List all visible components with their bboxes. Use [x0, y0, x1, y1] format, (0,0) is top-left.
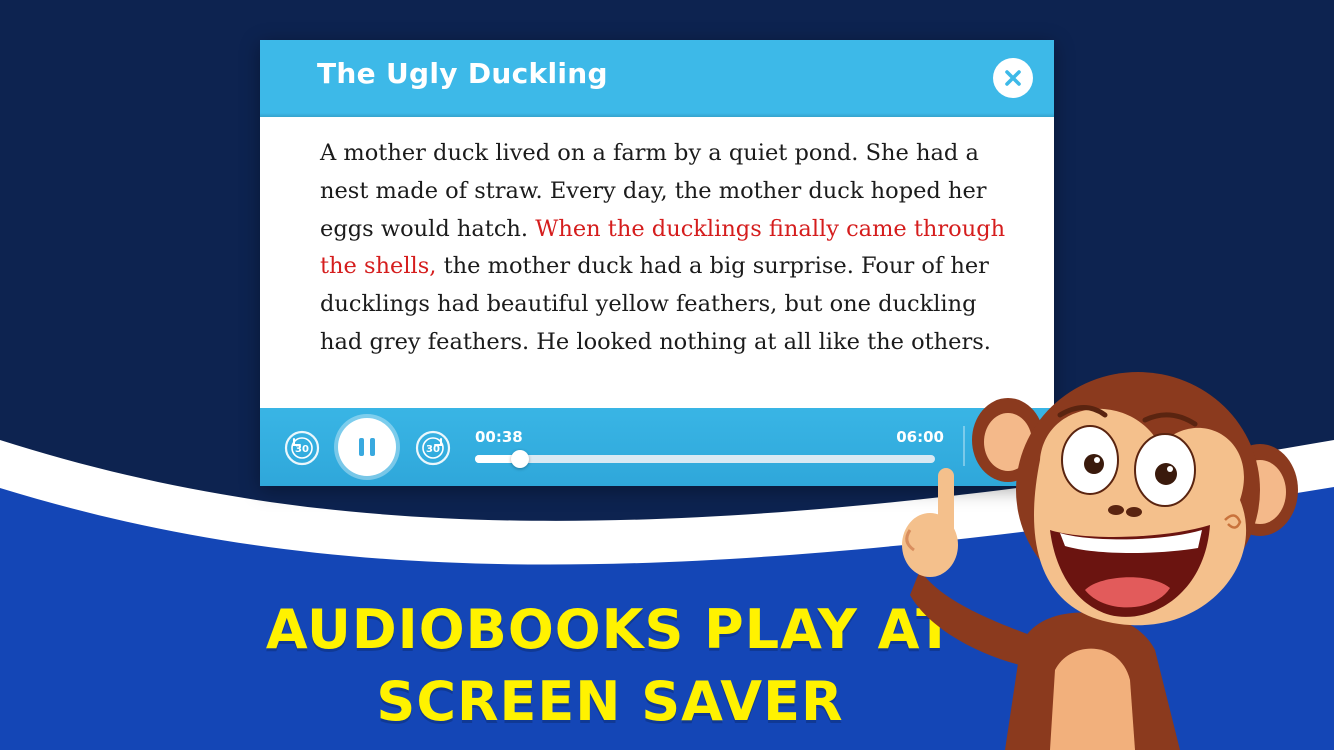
close-button[interactable] [993, 58, 1033, 98]
progress-thumb[interactable] [510, 450, 529, 468]
pause-icon [359, 438, 364, 456]
skip-forward-button[interactable]: 30 [415, 430, 451, 466]
progress-slider[interactable] [475, 450, 935, 468]
skip-back-button[interactable]: 30 [284, 430, 320, 466]
monkey-mascot [902, 372, 1298, 750]
current-time: 00:38 [475, 428, 523, 446]
skip-forward-label: 30 [426, 444, 440, 455]
promo-caption-line2: SCREEN SAVER [376, 670, 844, 733]
pause-icon-bar [370, 438, 375, 456]
pause-button[interactable] [338, 418, 396, 476]
reader-header: The Ugly Duckling [260, 40, 1054, 117]
close-icon [1005, 70, 1021, 86]
rewind-30-icon: 30 [284, 430, 320, 466]
skip-back-label: 30 [295, 444, 309, 455]
forward-30-icon: 30 [415, 430, 451, 466]
book-title: The Ugly Duckling [317, 57, 608, 90]
promo-caption-line1: AUDIOBOOKS PLAY AT [265, 598, 955, 661]
story-text: A mother duck lived on a farm by a quiet… [320, 135, 1010, 362]
